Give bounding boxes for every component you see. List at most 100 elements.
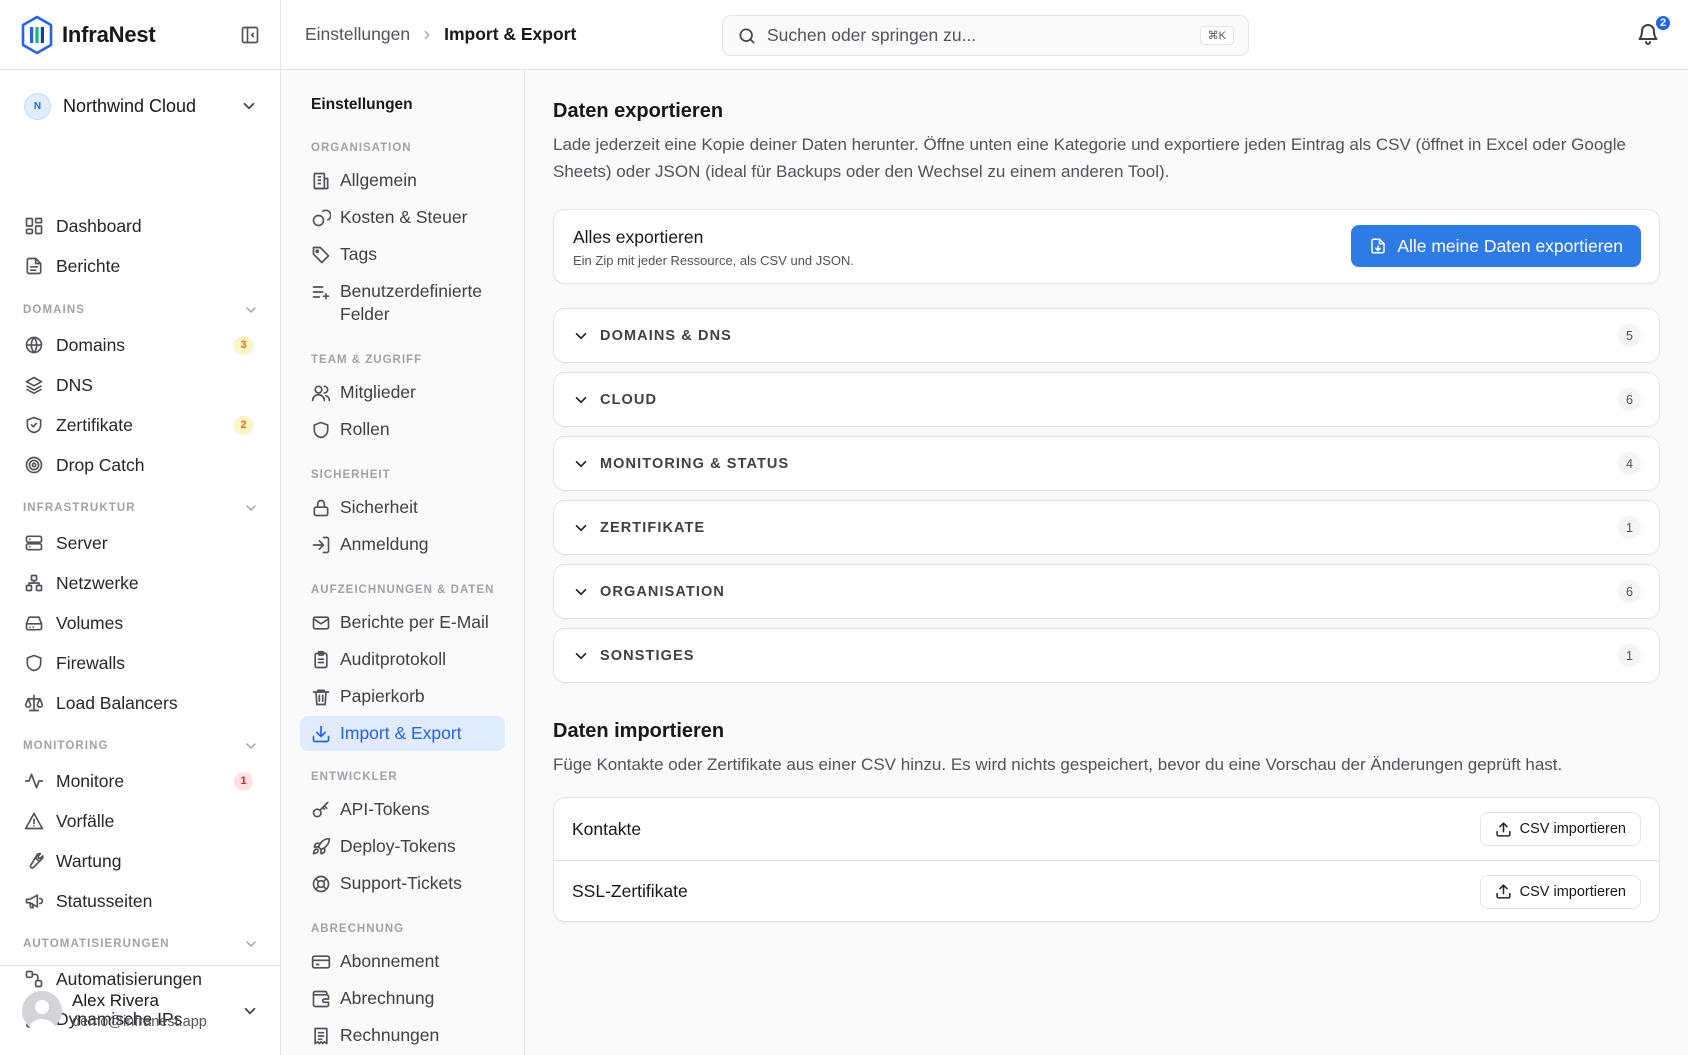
settings-item-rollen[interactable]: Rollen bbox=[300, 412, 505, 447]
download-icon bbox=[311, 724, 331, 744]
export-category-domains-dns[interactable]: DOMAINS & DNS 5 bbox=[553, 308, 1660, 363]
settings-item-deploy-tokens[interactable]: Deploy-Tokens bbox=[300, 829, 505, 864]
import-csv-button[interactable]: CSV importieren bbox=[1479, 812, 1641, 846]
credit-card-icon bbox=[311, 952, 331, 972]
settings-item-kosten-steuer[interactable]: Kosten & Steuer bbox=[300, 200, 505, 235]
settings-item-allgemein[interactable]: Allgemein bbox=[300, 163, 505, 198]
breadcrumb: Einstellungen Import & Export bbox=[305, 24, 576, 45]
settings-item-mitglieder[interactable]: Mitglieder bbox=[300, 375, 505, 410]
settings-item-anmeldung[interactable]: Anmeldung bbox=[300, 527, 505, 562]
export-category-cloud[interactable]: CLOUD 6 bbox=[553, 372, 1660, 427]
settings-item-rechnungen[interactable]: Rechnungen bbox=[300, 1018, 505, 1053]
settings-item-label: Kosten & Steuer bbox=[340, 207, 468, 227]
chevron-down-icon bbox=[243, 738, 259, 754]
search-placeholder: Suchen oder springen zu... bbox=[767, 25, 977, 45]
nav-item-netzwerke[interactable]: Netzwerke bbox=[24, 568, 259, 598]
nav-item-dns[interactable]: DNS bbox=[24, 370, 259, 400]
chevron-down-icon bbox=[572, 391, 590, 409]
settings-item-import-export[interactable]: Import & Export bbox=[300, 716, 505, 751]
export-all-subtitle: Ein Zip mit jeder Ressource, als CSV und… bbox=[573, 253, 855, 268]
settings-section-title: ABRECHNUNG bbox=[311, 923, 405, 935]
nav-item-server[interactable]: Server bbox=[24, 528, 259, 558]
settings-item-label: Tags bbox=[340, 244, 377, 264]
import-row-label: Kontakte bbox=[572, 818, 642, 839]
settings-item-sicherheit[interactable]: Sicherheit bbox=[300, 490, 505, 525]
nav-section-domains[interactable]: DOMAINS bbox=[23, 301, 259, 319]
chevron-down-icon bbox=[243, 500, 259, 516]
settings-item-papierkorb[interactable]: Papierkorb bbox=[300, 679, 505, 714]
import-csv-button-label: CSV importieren bbox=[1519, 883, 1626, 900]
nav-item-monitore[interactable]: Monitore 1 bbox=[24, 766, 259, 796]
lifebuoy-icon bbox=[311, 874, 331, 894]
settings-item-abrechnung[interactable]: Abrechnung bbox=[300, 981, 505, 1016]
user-meta: Alex Rivera demo@infranest.app bbox=[72, 991, 241, 1030]
chevron-down-icon bbox=[241, 1002, 259, 1020]
nav-item-label: Load Balancers bbox=[56, 692, 178, 713]
category-count-badge: 6 bbox=[1618, 388, 1641, 411]
breadcrumb-current: Import & Export bbox=[444, 24, 577, 44]
chevron-down-icon bbox=[572, 327, 590, 345]
nav-section-monitoring[interactable]: MONITORING bbox=[23, 737, 259, 755]
search-input[interactable]: Suchen oder springen zu... ⌘K bbox=[722, 15, 1249, 56]
scale-icon bbox=[24, 693, 44, 713]
nav-item-volumes[interactable]: Volumes bbox=[24, 608, 259, 638]
report-icon bbox=[24, 256, 44, 276]
settings-item-label: Mitglieder bbox=[340, 382, 416, 402]
tag-icon bbox=[311, 245, 331, 265]
count-badge: 2 bbox=[234, 415, 253, 435]
wallet-icon bbox=[311, 989, 331, 1009]
logo-icon[interactable] bbox=[20, 15, 54, 55]
settings-item-label: Sicherheit bbox=[340, 497, 418, 517]
settings-item-benutzerdefinierte-felder[interactable]: Benutzerdefinierte Felder bbox=[300, 274, 505, 332]
breadcrumb-parent[interactable]: Einstellungen bbox=[305, 24, 410, 45]
settings-section-title: ENTWICKLER bbox=[311, 771, 398, 783]
category-count-badge: 1 bbox=[1618, 516, 1641, 539]
settings-item-support-tickets[interactable]: Support-Tickets bbox=[300, 866, 505, 901]
warning-icon bbox=[24, 811, 44, 831]
building-icon bbox=[311, 171, 331, 191]
nav-item-drop-catch[interactable]: Drop Catch bbox=[24, 450, 259, 480]
nav-item-dashboard[interactable]: Dashboard bbox=[24, 211, 259, 241]
nav-section-title: AUTOMATISIERUNGEN bbox=[23, 938, 170, 950]
collapse-sidebar-icon[interactable] bbox=[240, 25, 260, 45]
settings-item-label: Allgemein bbox=[340, 170, 417, 190]
settings-item-tags[interactable]: Tags bbox=[300, 237, 505, 272]
shield-icon bbox=[311, 420, 331, 440]
export-category-monitoring-status[interactable]: MONITORING & STATUS 4 bbox=[553, 436, 1660, 491]
nav-item-vorfaelle[interactable]: Vorfälle bbox=[24, 806, 259, 836]
notifications-button[interactable]: 2 bbox=[1636, 14, 1672, 46]
nav-section-title: DOMAINS bbox=[23, 304, 86, 316]
nav-item-wartung[interactable]: Wartung bbox=[24, 846, 259, 876]
settings-item-api-tokens[interactable]: API-Tokens bbox=[300, 792, 505, 827]
settings-item-abonnement[interactable]: Abonnement bbox=[300, 944, 505, 979]
export-all-button[interactable]: Alle meine Daten exportieren bbox=[1351, 225, 1641, 267]
settings-item-label: Import & Export bbox=[340, 723, 462, 743]
nav-item-zertifikate[interactable]: Zertifikate 2 bbox=[24, 410, 259, 440]
nav-section-automatisierungen[interactable]: AUTOMATISIERUNGEN bbox=[23, 935, 259, 953]
category-count-badge: 5 bbox=[1618, 324, 1641, 347]
import-title: Daten importieren bbox=[553, 720, 725, 742]
upload-icon bbox=[1495, 821, 1512, 838]
org-switcher[interactable]: N Northwind Cloud bbox=[24, 86, 258, 126]
nav-item-domains[interactable]: Domains 3 bbox=[24, 330, 259, 360]
nav-section-infrastruktur[interactable]: INFRASTRUKTUR bbox=[23, 499, 259, 517]
settings-item-label: Rollen bbox=[340, 419, 390, 439]
nav-section-title: MONITORING bbox=[23, 740, 109, 752]
nav-item-firewalls[interactable]: Firewalls bbox=[24, 648, 259, 678]
nav-item-berichte[interactable]: Berichte bbox=[24, 251, 259, 281]
globe-icon bbox=[24, 335, 44, 355]
export-category-zertifikate[interactable]: ZERTIFIKATE 1 bbox=[553, 500, 1660, 555]
shield-check-icon bbox=[24, 415, 44, 435]
export-category-sonstiges[interactable]: SONSTIGES 1 bbox=[553, 628, 1660, 683]
category-count-badge: 4 bbox=[1618, 452, 1641, 475]
user-menu[interactable]: Alex Rivera demo@infranest.app bbox=[0, 965, 281, 1055]
import-csv-button[interactable]: CSV importieren bbox=[1479, 874, 1641, 909]
layers-icon bbox=[24, 375, 44, 395]
settings-item-auditprotokoll[interactable]: Auditprotokoll bbox=[300, 642, 505, 677]
settings-section-title: ORGANISATION bbox=[311, 142, 412, 154]
nav-item-load-balancers[interactable]: Load Balancers bbox=[24, 688, 259, 718]
nav-item-label: Wartung bbox=[56, 850, 122, 871]
nav-item-statusseiten[interactable]: Statusseiten bbox=[24, 886, 259, 916]
export-category-organisation[interactable]: ORGANISATION 6 bbox=[553, 564, 1660, 619]
settings-item-berichte-per-email[interactable]: Berichte per E-Mail bbox=[300, 605, 505, 640]
